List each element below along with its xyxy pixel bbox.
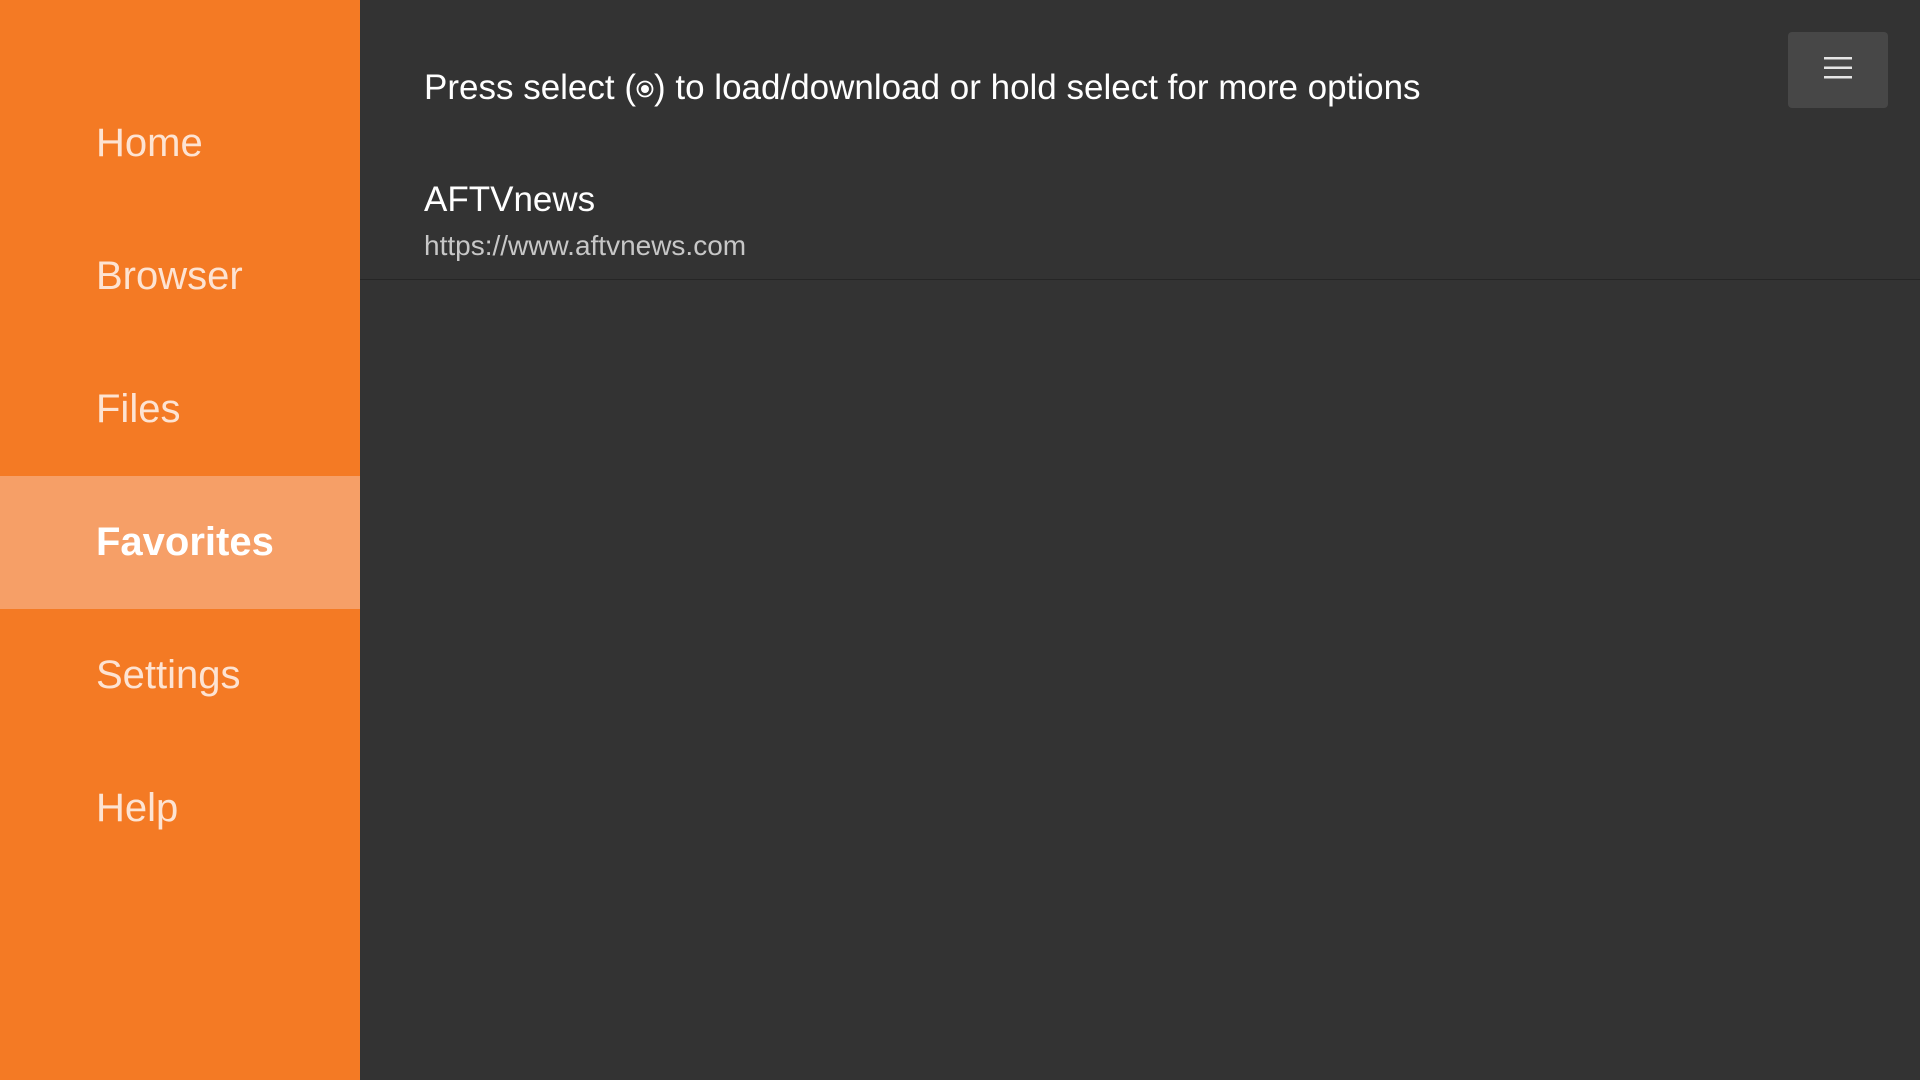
app-window: Home Browser Files Favorites Settings He… <box>0 0 1920 1080</box>
hamburger-menu-icon <box>1824 55 1852 86</box>
sidebar-item-help[interactable]: Help <box>0 742 360 875</box>
favorite-item[interactable]: AFTVnews https://www.aftvnews.com <box>360 160 1920 280</box>
favorite-url: https://www.aftvnews.com <box>424 230 747 261</box>
sidebar-item-label: Files <box>96 387 181 431</box>
sidebar: Home Browser Files Favorites Settings He… <box>0 0 360 1080</box>
sidebar-item-label: Settings <box>96 653 241 697</box>
menu-button[interactable] <box>1788 32 1888 108</box>
favorite-title: AFTVnews <box>424 180 596 219</box>
sidebar-item-settings[interactable]: Settings <box>0 609 360 742</box>
sidebar-item-favorites[interactable]: Favorites <box>0 476 360 609</box>
hint-prefix: Press select ( <box>424 68 636 107</box>
hint-suffix: ) to load/download or hold select for mo… <box>654 68 1421 107</box>
sidebar-item-label: Browser <box>96 254 243 298</box>
select-button-icon <box>636 67 654 107</box>
sidebar-item-label: Help <box>96 786 179 830</box>
sidebar-item-label: Favorites <box>96 520 274 564</box>
sidebar-item-label: Home <box>96 121 203 165</box>
sidebar-item-files[interactable]: Files <box>0 343 360 476</box>
favorites-panel: Press select ( ) to load/download or hold… <box>360 0 1920 1080</box>
sidebar-item-home[interactable]: Home <box>0 77 360 210</box>
instruction-text: Press select ( ) to load/download or hold… <box>424 68 1421 110</box>
sidebar-item-browser[interactable]: Browser <box>0 210 360 343</box>
